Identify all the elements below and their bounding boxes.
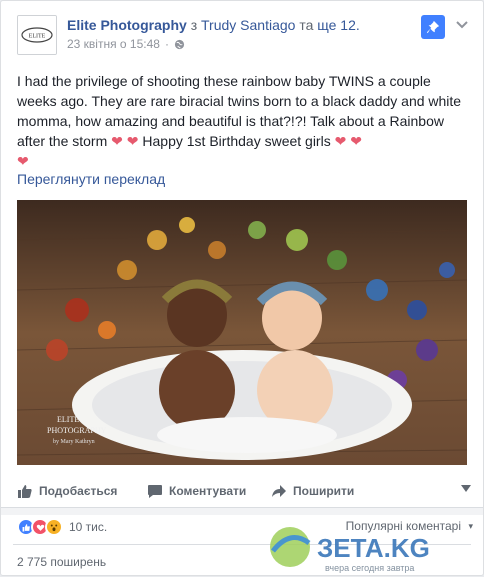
heart-icon: ❤ [350,133,362,149]
with-and: та [299,17,314,33]
thumbs-up-icon [18,485,32,498]
post-message: I had the privilege of shooting these ra… [17,71,462,171]
twins-photo-illustration: ELITE PHOTOGRAPHY by Mary Kathryn [17,200,467,465]
post-header: ELITE Elite Photography з Trudy Santiago… [13,13,471,57]
share-button[interactable]: Поширити [271,483,354,499]
zeta-tagline-text: вчера сегодня завтра [325,563,414,573]
share-arrow-icon [272,485,286,497]
meta-dot: · [164,37,169,51]
see-translation-link[interactable]: Переглянути переклад [17,171,165,187]
comment-button[interactable]: Коментувати [147,483,246,499]
heart-icon: ❤ [126,133,139,149]
tagged-person-link[interactable]: Trudy Santiago [201,17,295,33]
heart-icon: ❤ [17,153,29,169]
like-button-label: Подобається [39,484,118,498]
page-name-link[interactable]: Elite Photography [67,17,187,33]
post-meta: 23 квітня о 15:48 · [67,37,411,51]
share-count-link[interactable]: 2 775 поширень [17,555,106,569]
avatar-logo-text: ELITE [29,34,46,40]
like-button[interactable]: Подобається [17,483,117,499]
post-card: ELITE Elite Photography з Trudy Santiago… [0,0,484,576]
tagged-others-link[interactable]: ще 12. [317,17,360,33]
photo-watermark-line3: by Mary Kathryn [53,439,95,445]
action-bar: Подобається Коментувати Поширити [13,473,471,509]
page-avatar[interactable]: ELITE [17,15,57,55]
comment-button-label: Коментувати [169,484,247,498]
post-photo[interactable]: ELITE PHOTOGRAPHY by Mary Kathryn [17,200,467,465]
row-divider [13,544,471,545]
section-divider [1,507,483,515]
heart-icon: ❤ [111,133,123,149]
heart-icon: ❤ [334,133,347,149]
comment-icon [148,485,162,498]
globe-icon[interactable] [174,39,185,50]
pin-button[interactable] [421,15,445,39]
reaction-count[interactable]: 10 тис. [69,520,107,534]
photo-watermark-line2: PHOTOGRAPHY [47,426,107,435]
logo-icon: ELITE [18,16,56,54]
top-comments-dropdown[interactable]: Популярні коментарі [346,519,461,533]
author-line: Elite Photography з Trudy Santiago та ще… [67,16,411,34]
top-comments-caret-icon[interactable]: ▾ [468,521,473,532]
share-button-label: Поширити [293,484,355,498]
post-date[interactable]: 23 квітня о 15:48 [67,37,160,51]
share-options-caret-icon[interactable] [461,485,471,493]
with-prefix: з [190,17,198,33]
pin-icon [426,20,440,34]
chevron-down-icon[interactable] [455,17,469,31]
reaction-icons [17,518,63,536]
wow-reaction-icon [45,518,63,536]
photo-watermark-line1: ELITE [57,415,79,424]
header-text: Elite Photography з Trudy Santiago та ще… [67,16,411,51]
post-message-tail: Happy 1st Birthday sweet girls [142,133,331,149]
